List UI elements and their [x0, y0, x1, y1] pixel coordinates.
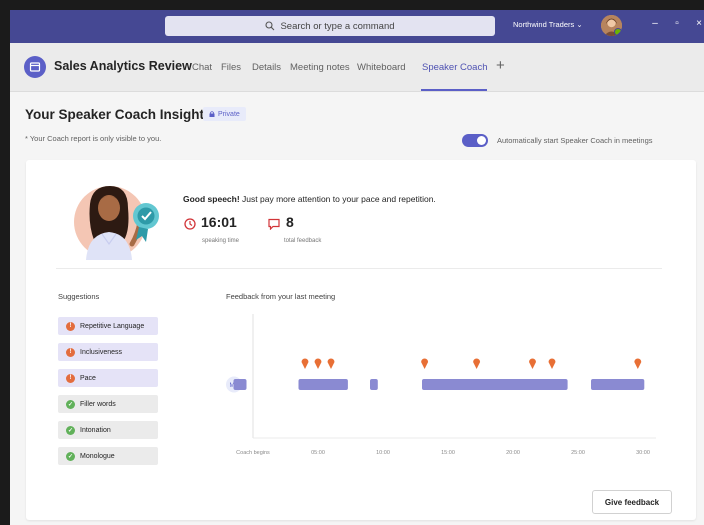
tab-speaker-coach[interactable]: Speaker Coach	[422, 62, 487, 73]
x-tick-label: 20:00	[506, 450, 520, 456]
feedback-marker-icon	[301, 358, 309, 369]
comment-icon	[268, 218, 280, 230]
meeting-title: Sales Analytics Review	[54, 59, 192, 73]
maximize-icon[interactable]: ▫	[670, 18, 684, 29]
speaking-segment	[233, 379, 247, 390]
feedback-marker-icon	[327, 358, 335, 369]
private-badge: Private	[203, 107, 246, 121]
add-tab-button[interactable]: +	[496, 57, 505, 74]
checkmark-icon: ✓	[66, 425, 75, 435]
feedback-marker-icon	[529, 358, 536, 369]
active-tab-indicator	[421, 89, 487, 91]
feedback-marker-icon	[473, 358, 481, 369]
suggestion-label: Repetitive Language	[80, 322, 145, 330]
presence-available-icon	[614, 28, 622, 36]
org-switcher[interactable]: Northwind Traders ⌄	[513, 20, 583, 29]
suggestion-pace[interactable]: ! Pace	[58, 369, 158, 387]
suggestions-heading: Suggestions	[58, 292, 100, 301]
speaking-segment	[591, 379, 645, 390]
close-icon[interactable]: ×	[692, 18, 704, 29]
suggestion-inclusiveness[interactable]: ! Inclusiveness	[58, 343, 158, 361]
toggle-knob	[477, 136, 486, 145]
feedback-marker-icon	[634, 358, 642, 369]
privacy-note: * Your Coach report is only visible to y…	[25, 134, 162, 143]
alert-icon: !	[66, 321, 75, 331]
suggestion-label: Pace	[80, 374, 96, 382]
clock-icon	[184, 218, 196, 230]
feedback-marker-icon	[314, 358, 322, 369]
teams-window: Search or type a command Northwind Trade…	[10, 10, 704, 525]
page-title: Your Speaker Coach Insights	[25, 107, 212, 122]
x-tick-label: 05:00	[311, 450, 325, 456]
speaking-segment	[422, 379, 568, 390]
search-icon	[265, 21, 275, 31]
checkmark-icon: ✓	[66, 399, 75, 409]
minimize-icon[interactable]: –	[648, 18, 662, 29]
summary-text: Just pay more attention to your pace and…	[239, 194, 436, 204]
auto-start-toggle[interactable]	[462, 134, 488, 147]
feedback-heading: Feedback from your last meeting	[226, 292, 336, 301]
calendar-icon	[24, 56, 46, 78]
suggestion-label: Inclusiveness	[80, 348, 123, 356]
summary-bold: Good speech!	[183, 194, 240, 204]
feedback-marker-icon	[548, 358, 556, 369]
alert-icon: !	[66, 347, 75, 357]
tab-meeting-notes[interactable]: Meeting notes	[290, 62, 350, 73]
private-label: Private	[218, 110, 240, 118]
avatar[interactable]	[601, 15, 622, 36]
speaking-time-label: speaking time	[202, 238, 240, 244]
total-feedback-label: total feedback	[284, 238, 322, 244]
tab-details[interactable]: Details	[252, 62, 281, 73]
x-tick-label: 25:00	[571, 450, 585, 456]
suggestion-filler-words[interactable]: ✓ Filler words	[58, 395, 158, 413]
suggestion-repetitive-language[interactable]: ! Repetitive Language	[58, 317, 158, 335]
suggestion-label: Intonation	[80, 426, 111, 434]
coach-report-card: Good speech! Just pay more attention to …	[26, 160, 696, 520]
tab-chat[interactable]: Chat	[192, 62, 212, 73]
tab-whiteboard[interactable]: Whiteboard	[357, 62, 406, 73]
speaker-illustration	[74, 186, 159, 260]
x-tick-label: 15:00	[441, 450, 455, 456]
total-feedback-value: 8	[286, 214, 294, 230]
speaking-time-value: 16:01	[201, 214, 237, 230]
summary-headline: Good speech! Just pay more attention to …	[183, 194, 436, 204]
meeting-header: Sales Analytics Review Chat Files Detail…	[10, 43, 704, 92]
feedback-timeline: MBCoach begins05:0010:0015:0020:0025:003…	[226, 314, 656, 456]
title-bar: Search or type a command Northwind Trade…	[10, 10, 704, 43]
speaking-segment	[370, 379, 378, 390]
x-tick-label: 10:00	[376, 450, 390, 456]
x-tick-label: 30:00	[636, 450, 650, 456]
suggestion-intonation[interactable]: ✓ Intonation	[58, 421, 158, 439]
give-feedback-button[interactable]: Give feedback	[592, 490, 672, 514]
checkmark-icon: ✓	[66, 451, 75, 461]
suggestion-label: Monologue	[80, 452, 115, 460]
search-placeholder: Search or type a command	[280, 20, 395, 32]
speaking-segment	[298, 379, 348, 390]
suggestion-label: Filler words	[80, 400, 116, 408]
lock-icon	[209, 111, 215, 117]
feedback-marker-icon	[421, 358, 429, 369]
alert-icon: !	[66, 373, 75, 383]
suggestion-monologue[interactable]: ✓ Monologue	[58, 447, 158, 465]
auto-start-label: Automatically start Speaker Coach in mee…	[497, 136, 653, 145]
x-tick-label: Coach begins	[236, 450, 270, 456]
search-box[interactable]: Search or type a command	[165, 16, 495, 36]
section-divider	[56, 268, 662, 269]
tab-files[interactable]: Files	[221, 62, 241, 73]
